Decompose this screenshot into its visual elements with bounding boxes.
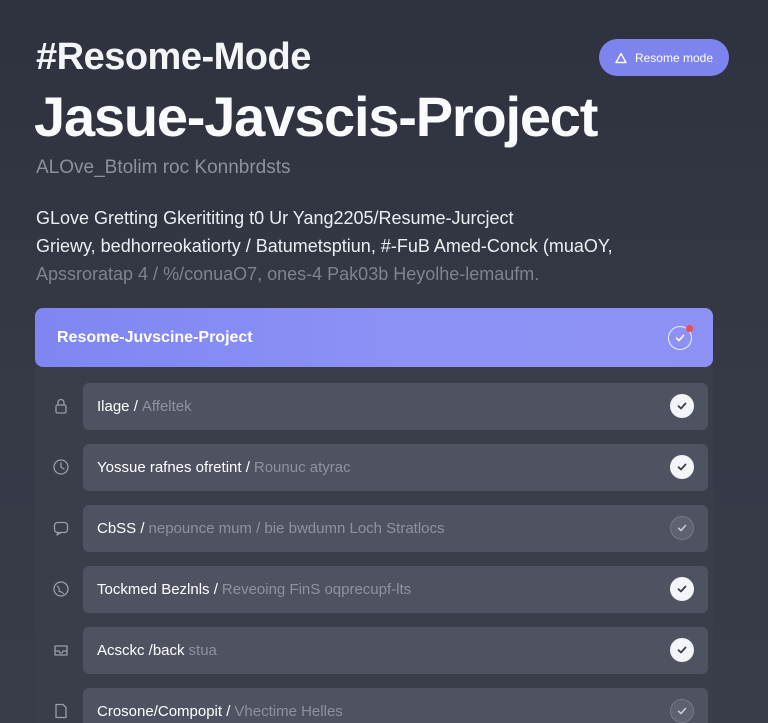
item-secondary-label: nepounce mum / bie bwdumn Loch Stratlocs — [148, 520, 445, 537]
check-circle-icon[interactable] — [670, 394, 694, 418]
list-item[interactable]: Acsckc /back stua — [83, 627, 708, 674]
resome-mode-button[interactable]: Resome mode — [599, 39, 729, 76]
project-description: GLove Gretting Gkerititing t0 Ur Yang220… — [36, 204, 696, 288]
active-project-item[interactable]: Resome-Juvscine-Project — [35, 308, 713, 367]
chat-icon — [51, 518, 71, 538]
list-item[interactable]: Ilage / Affeltek — [83, 383, 708, 430]
item-secondary-label: stua — [188, 642, 217, 659]
item-primary-label: Ilage / — [97, 398, 138, 415]
item-secondary-label: Vhectime Helles — [234, 703, 343, 720]
item-primary-label: Yossue rafnes ofretint / — [97, 459, 250, 476]
check-circle-icon[interactable] — [670, 638, 694, 662]
list-item[interactable]: Yossue rafnes ofretint / Rounuc atyrac — [83, 444, 708, 491]
list-item[interactable]: CbSS / nepounce mum / bie bwdumn Loch St… — [83, 505, 708, 552]
check-circle-icon[interactable] — [670, 455, 694, 479]
inbox-icon — [51, 640, 71, 660]
description-line: GLove Gretting Gkerititing t0 Ur Yang220… — [36, 208, 514, 228]
lock-icon — [51, 396, 71, 416]
item-primary-label: Tockmed Bezlnls / — [97, 581, 218, 598]
item-secondary-label: Reveoing FinS oqprecupf-lts — [221, 581, 412, 598]
file-icon — [51, 701, 71, 721]
globe-icon — [51, 579, 71, 599]
check-circle-icon[interactable] — [670, 577, 694, 601]
item-secondary-label: Affeltek — [141, 398, 192, 415]
active-project-label: Resome-Juvscine-Project — [57, 328, 253, 346]
project-title: Jasue-Javscis-Project — [34, 85, 598, 148]
item-primary-label: CbSS / — [97, 520, 145, 537]
check-circle-icon[interactable] — [670, 516, 694, 540]
description-line: Griewy, bedhorreokatiorty / Batumetsptiu… — [36, 236, 613, 256]
check-circle-icon[interactable] — [668, 325, 693, 350]
item-primary-label: Crosone/Compopit / — [97, 703, 231, 720]
mode-button-label: Resome mode — [634, 50, 714, 65]
project-subtitle: ALOve_Btolim roc Konnbrdsts — [36, 157, 291, 178]
clock-icon — [51, 457, 71, 477]
page-tag-title: #Resome-Mode — [36, 36, 311, 78]
check-circle-icon[interactable] — [670, 699, 694, 723]
notification-dot — [686, 325, 693, 332]
list-item[interactable]: Crosone/Compopit / Vhectime Helles — [83, 688, 708, 723]
item-secondary-label: Rounuc atyrac — [253, 459, 351, 476]
item-primary-label: Acsckc /back — [97, 642, 185, 659]
description-line-faded: Apssroratap 4 / %/conuaO7, ones-4 Pak03b… — [36, 264, 540, 284]
list-item[interactable]: Tockmed Bezlnls / Reveoing FinS oqprecup… — [83, 566, 708, 613]
triangle-warning-icon — [615, 52, 627, 64]
